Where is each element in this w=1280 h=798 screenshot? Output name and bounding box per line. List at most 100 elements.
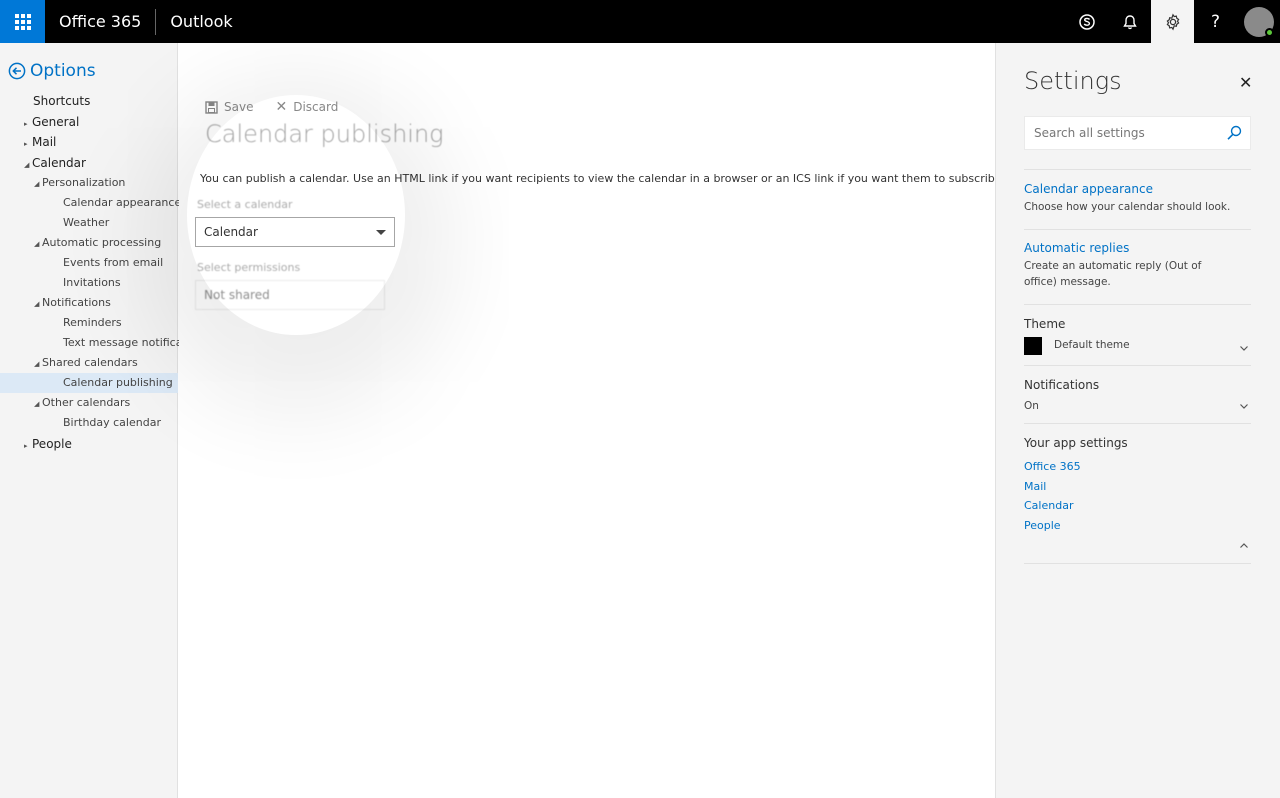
save-icon <box>205 100 218 114</box>
skype-button[interactable] <box>1065 0 1108 43</box>
expand-icon[interactable]: ▸ <box>24 442 32 450</box>
discard-button[interactable]: ✕ Discard <box>275 99 338 115</box>
help-button[interactable]: ? <box>1194 0 1237 43</box>
gear-icon <box>1166 12 1179 31</box>
nav-item-personalization[interactable]: ◢ Personalization <box>34 176 125 189</box>
settings-search <box>1024 116 1251 150</box>
app-name[interactable]: Outlook <box>156 12 246 31</box>
select-permissions-value: Not shared <box>204 288 270 302</box>
chevron-down-icon[interactable] <box>1239 401 1249 411</box>
app-link-people[interactable]: People <box>1024 519 1061 532</box>
nav-item-mail[interactable]: ▸ Mail <box>24 135 56 149</box>
nav-item-other-calendars[interactable]: ◢ Other calendars <box>34 396 130 409</box>
skype-icon <box>1078 13 1095 30</box>
nav-item-reminders[interactable]: Reminders <box>63 316 122 329</box>
collapse-icon[interactable]: ◢ <box>24 161 32 169</box>
topbar-actions: ? <box>1065 0 1280 43</box>
page-description: You can publish a calendar. Use an HTML … <box>200 172 1006 185</box>
nav-item-shortcuts[interactable]: Shortcuts <box>33 94 90 108</box>
bell-icon <box>1122 14 1137 29</box>
automatic-replies-desc: Create an automatic reply (Out of office… <box>1024 260 1202 288</box>
select-permissions-label: Select permissions <box>197 261 301 274</box>
app-link-calendar[interactable]: Calendar <box>1024 499 1073 512</box>
expand-icon[interactable]: ▸ <box>24 140 32 148</box>
back-arrow-icon <box>8 62 26 80</box>
select-calendar-label: Select a calendar <box>197 198 293 211</box>
nav-item-label: Shared calendars <box>42 356 138 369</box>
chevron-up-icon[interactable] <box>1239 541 1249 551</box>
close-icon: ✕ <box>275 99 288 115</box>
nav-item-label: Reminders <box>63 316 122 329</box>
nav-item-events-from-email[interactable]: Events from email <box>63 256 163 269</box>
nav-item-invitations[interactable]: Invitations <box>63 276 121 289</box>
nav-item-label: Events from email <box>63 256 164 269</box>
select-permissions-dropdown[interactable]: Not shared <box>195 280 385 310</box>
search-icon[interactable] <box>1226 125 1242 141</box>
app-link-office365[interactable]: Office 365 <box>1024 460 1081 473</box>
collapse-icon[interactable]: ◢ <box>34 240 42 248</box>
select-calendar-value: Calendar <box>204 225 258 239</box>
separator <box>1024 304 1251 305</box>
chevron-down-icon[interactable] <box>1239 343 1249 353</box>
nav-item-calendar[interactable]: ◢ Calendar <box>24 156 86 170</box>
calendar-appearance-link[interactable]: Calendar appearance <box>1024 182 1153 196</box>
app-settings-heading: Your app settings <box>1024 436 1128 450</box>
nav-item-people[interactable]: ▸ People <box>24 437 72 451</box>
notifications-heading: Notifications <box>1024 378 1100 392</box>
nav-item-label: General <box>32 115 80 129</box>
nav-item-weather[interactable]: Weather <box>63 216 109 229</box>
nav-item-calendar-appearance[interactable]: Calendar appearance <box>63 196 181 209</box>
office365-brand[interactable]: Office 365 <box>45 0 155 43</box>
app-link-mail[interactable]: Mail <box>1024 480 1046 493</box>
nav-item-label: Calendar <box>32 156 86 170</box>
collapse-icon[interactable]: ◢ <box>34 180 42 188</box>
nav-item-label: Calendar publishing <box>63 376 173 389</box>
toolbar: Save ✕ Discard <box>205 99 338 115</box>
nav-item-label: Notifications <box>42 296 111 309</box>
theme-value[interactable]: Default theme <box>1054 339 1130 351</box>
collapse-icon[interactable]: ◢ <box>34 300 42 308</box>
options-back-link[interactable]: Options <box>8 61 96 81</box>
theme-swatch[interactable] <box>1024 337 1042 355</box>
settings-button[interactable] <box>1151 0 1194 43</box>
separator <box>1024 169 1251 170</box>
options-nav: Options Shortcuts ▸ General ▸ Mail ◢ Calendar ◢… <box>0 43 209 798</box>
app-launcher-button[interactable] <box>0 0 45 43</box>
nav-item-label: Birthday calendar <box>63 416 161 429</box>
nav-item-label: People <box>32 437 72 451</box>
top-bar: Office 365 Outlook ? <box>0 0 1280 43</box>
nav-item-label: Calendar appearance <box>63 196 182 209</box>
discard-label: Discard <box>293 100 339 114</box>
calendar-appearance-desc: Choose how your calendar should look. <box>1024 201 1231 213</box>
main-content: Save ✕ Discard <box>179 43 995 798</box>
close-settings-button[interactable]: ✕ <box>1239 73 1252 92</box>
nav-item-general[interactable]: ▸ General <box>24 115 79 129</box>
settings-panel: Settings ✕ Calendar appearance Choose ho… <box>995 43 1280 798</box>
nav-item-label: Personalization <box>42 176 126 189</box>
nav-item-label: Mail <box>32 135 57 149</box>
expand-icon[interactable]: ▸ <box>24 120 32 128</box>
nav-item-automatic-processing[interactable]: ◢ Automatic processing <box>34 236 161 249</box>
notifications-button[interactable] <box>1108 0 1151 43</box>
collapse-icon[interactable]: ◢ <box>34 360 42 368</box>
question-mark-icon: ? <box>1210 11 1221 32</box>
save-button[interactable]: Save <box>205 99 253 115</box>
nav-item-shared-calendars[interactable]: ◢ Shared calendars <box>34 356 138 369</box>
nav-item-calendar-publishing[interactable]: Calendar publishing <box>63 376 173 389</box>
automatic-replies-link[interactable]: Automatic replies <box>1024 241 1129 255</box>
nav-item-label: Automatic processing <box>42 236 162 249</box>
options-title: Options <box>30 61 96 81</box>
separator <box>1024 563 1251 564</box>
save-label: Save <box>224 100 254 114</box>
nav-item-label: Shortcuts <box>33 94 91 108</box>
nav-item-birthday-calendar[interactable]: Birthday calendar <box>63 416 161 429</box>
presence-indicator <box>1265 28 1274 37</box>
nav-item-notifications[interactable]: ◢ Notifications <box>34 296 111 309</box>
settings-search-input[interactable] <box>1025 117 1215 149</box>
nav-item-label: Invitations <box>63 276 121 289</box>
select-calendar-dropdown[interactable]: Calendar <box>195 217 395 247</box>
notifications-value[interactable]: On <box>1024 398 1234 414</box>
account-button[interactable] <box>1237 0 1280 43</box>
collapse-icon[interactable]: ◢ <box>34 400 42 408</box>
waffle-icon <box>14 13 31 30</box>
